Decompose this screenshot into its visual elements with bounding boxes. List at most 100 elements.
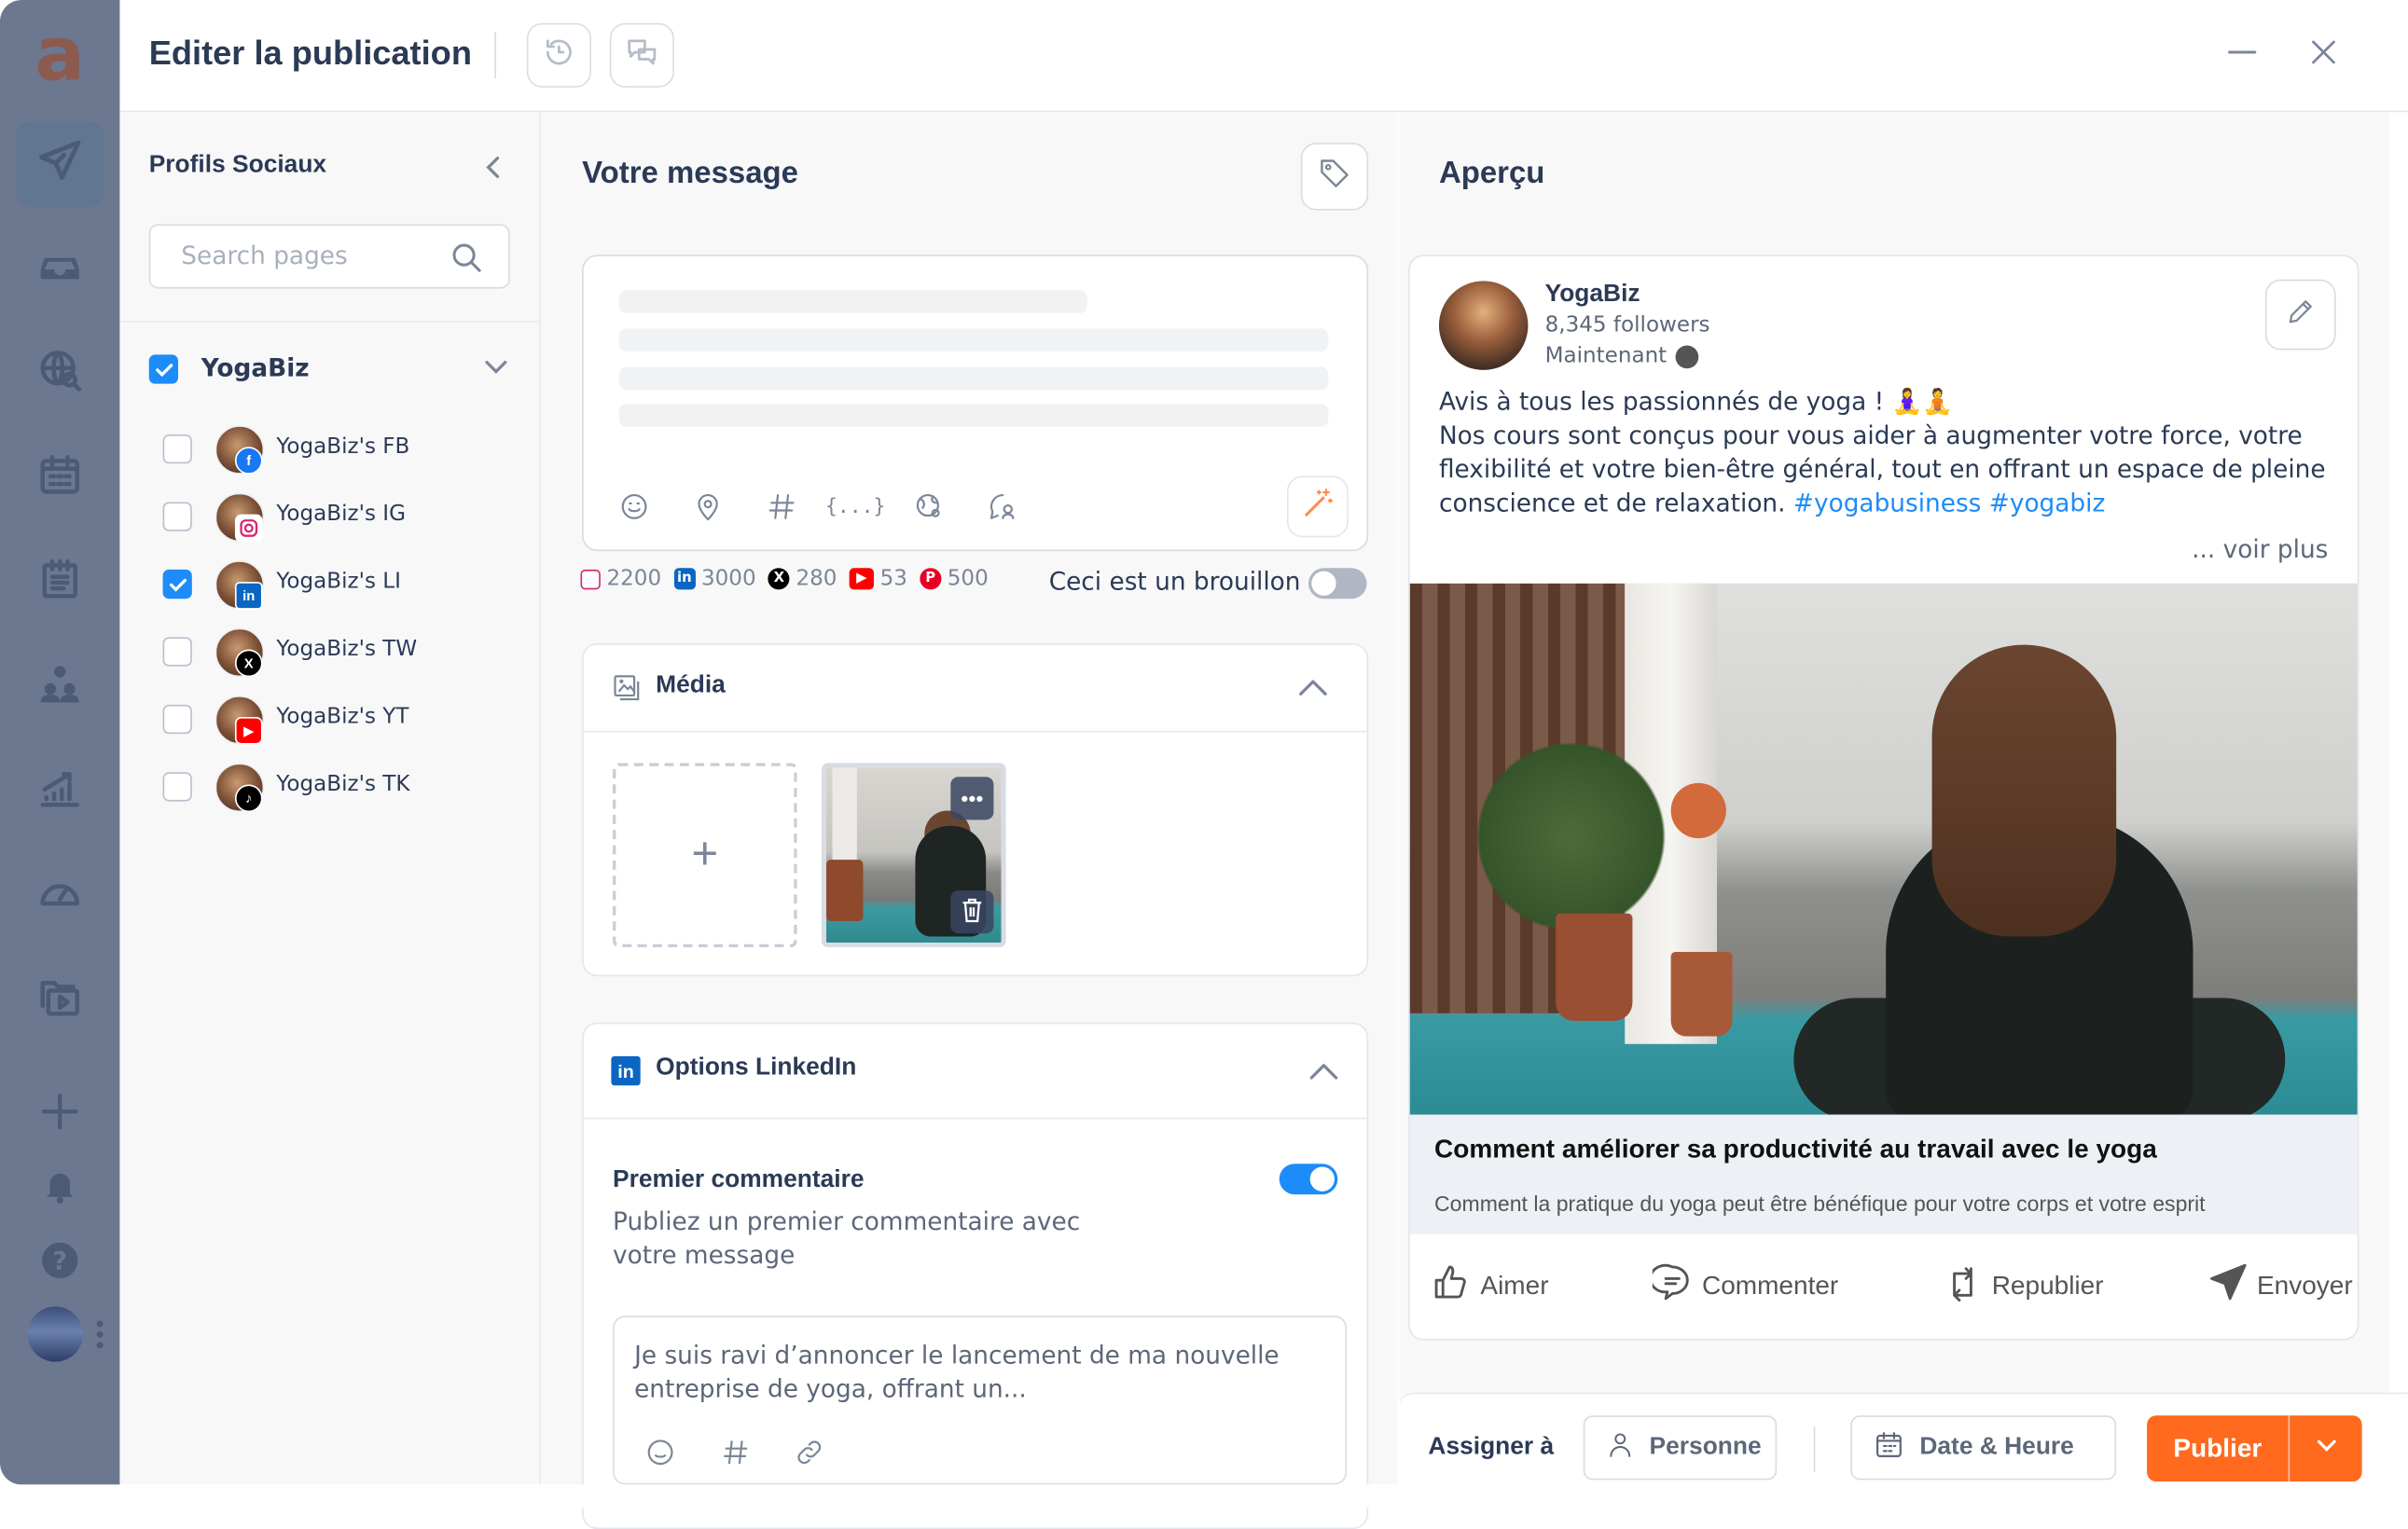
linkedin-post-preview: YogaBiz 8,345 followers Maintenant Avis …	[1408, 255, 2360, 1341]
profile-checkbox[interactable]	[162, 772, 192, 802]
search-pages-input[interactable]	[178, 239, 446, 272]
hashtag-icon[interactable]	[762, 487, 802, 527]
profile-checkbox[interactable]	[162, 704, 192, 735]
rail-item-performance[interactable]	[34, 869, 86, 921]
minimize-button[interactable]	[2221, 34, 2263, 76]
profile-item-facebook[interactable]: f YogaBiz's FB	[162, 425, 532, 475]
profile-label: YogaBiz's FB	[276, 434, 410, 460]
profile-checkbox[interactable]	[162, 569, 192, 599]
chevron-down-icon	[482, 358, 510, 384]
chevron-down-icon	[2314, 1435, 2338, 1463]
preview-followers: 8,345 followers	[1544, 312, 1710, 338]
trash-icon	[962, 897, 983, 926]
edit-preview-button[interactable]	[2264, 279, 2336, 351]
user-menu-icon[interactable]: ● ● ●	[95, 1316, 104, 1354]
add-media-button[interactable]: +	[613, 763, 797, 948]
rail-item-notes[interactable]	[34, 556, 86, 608]
chat-user-icon[interactable]	[983, 487, 1023, 527]
rail-item-calendar[interactable]	[34, 451, 86, 503]
user-avatar[interactable]	[27, 1306, 83, 1362]
publish-button[interactable]: Publier	[2147, 1415, 2290, 1482]
image-detail	[1670, 951, 1733, 1037]
variables-icon[interactable]: {...}	[825, 487, 885, 527]
rail-item-media[interactable]	[34, 973, 86, 1026]
delete-media-button[interactable]	[950, 890, 994, 934]
tags-button[interactable]	[1300, 143, 1369, 211]
limit-value: 53	[879, 566, 907, 591]
first-comment-title: Premier commentaire	[613, 1166, 865, 1193]
limit-x: X 280	[768, 567, 837, 591]
first-comment-toggle[interactable]	[1279, 1164, 1338, 1195]
link-icon[interactable]	[794, 1437, 824, 1475]
draft-toggle[interactable]	[1308, 568, 1367, 599]
like-action[interactable]: Aimer	[1432, 1262, 1549, 1310]
location-icon[interactable]	[688, 487, 728, 527]
profile-checkbox[interactable]	[162, 637, 192, 667]
limit-value: 280	[796, 566, 837, 591]
first-comment-input[interactable]: Je suis ravi d’annoncer le lancement de …	[613, 1315, 1348, 1485]
hashtag-icon[interactable]	[720, 1437, 751, 1475]
repost-action[interactable]: Republier	[1943, 1262, 2104, 1310]
close-button[interactable]	[2302, 34, 2345, 76]
emoji-icon[interactable]	[645, 1437, 676, 1475]
see-more-link[interactable]: ... voir plus	[2192, 534, 2328, 563]
assign-label: Assigner à	[1428, 1434, 1555, 1461]
date-time-button[interactable]: Date & Heure	[1850, 1415, 2117, 1481]
profile-checkbox[interactable]	[162, 434, 192, 464]
linkedin-collapse-button[interactable]	[1307, 1061, 1340, 1082]
group-expand-button[interactable]	[482, 356, 510, 385]
rail-item-analytics[interactable]	[34, 764, 86, 817]
media-thumbnail[interactable]: •••	[821, 763, 1006, 948]
media-section: Média + •••	[582, 642, 1369, 977]
message-editor[interactable]: {...}	[582, 255, 1369, 552]
profile-checkbox[interactable]	[162, 502, 192, 531]
thumbs-up-icon	[1432, 1262, 1472, 1310]
inbox-icon	[37, 241, 83, 296]
action-label: Aimer	[1480, 1270, 1549, 1300]
send-action[interactable]: Envoyer	[2207, 1262, 2353, 1310]
rail-item-team[interactable]	[34, 660, 86, 712]
rail-item-listening[interactable]	[34, 347, 86, 399]
instagram-icon	[580, 569, 601, 589]
comments-button[interactable]	[609, 22, 674, 88]
profile-item-tiktok[interactable]: ♪ YogaBiz's TK	[162, 763, 532, 813]
image-detail	[825, 860, 864, 922]
limit-pinterest: P 500	[920, 567, 989, 591]
rail-item-inbox[interactable]	[34, 242, 86, 295]
profile-label: YogaBiz's TW	[276, 637, 418, 662]
first-comment-text[interactable]: Je suis ravi d’annoncer le lancement de …	[634, 1339, 1310, 1406]
button-label: Date & Heure	[1919, 1434, 2074, 1461]
assign-person-button[interactable]: Personne	[1583, 1415, 1778, 1481]
profile-item-youtube[interactable]: ▶ YogaBiz's YT	[162, 695, 532, 745]
ai-assistant-button[interactable]	[1286, 475, 1349, 538]
publish-options-button[interactable]	[2290, 1415, 2361, 1481]
emoji-icon[interactable]	[615, 487, 655, 527]
rail-item-publish[interactable]	[34, 138, 86, 190]
linkedin-options-title: Options LinkedIn	[656, 1054, 857, 1081]
history-button[interactable]	[526, 22, 591, 88]
group-checkbox-yogabiz[interactable]	[148, 354, 179, 384]
preview-image	[1409, 583, 2358, 1115]
profile-item-x[interactable]: X YogaBiz's TW	[162, 627, 532, 678]
profile-label: YogaBiz's TK	[276, 772, 410, 797]
search-icon[interactable]	[450, 241, 483, 282]
media-collapse-button[interactable]	[1296, 677, 1330, 698]
bell-icon	[40, 1164, 80, 1212]
toggle-knob	[1311, 571, 1336, 596]
app-logo[interactable]: a	[33, 19, 88, 92]
rail-item-notifications[interactable]	[34, 1163, 86, 1215]
profile-item-linkedin[interactable]: in YogaBiz's LI	[162, 560, 532, 610]
magic-wand-icon	[1301, 486, 1335, 527]
calendar-icon	[37, 450, 83, 504]
preview-hashtags[interactable]: #yogabusiness #yogabiz	[1793, 489, 2105, 517]
comment-action[interactable]: Commenter	[1649, 1262, 1838, 1310]
globe-user-icon[interactable]	[909, 487, 949, 527]
profile-item-instagram[interactable]: YogaBiz's IG	[162, 492, 532, 543]
rail-item-help[interactable]: ?	[34, 1237, 86, 1289]
profiles-heading: Profils Sociaux	[148, 152, 327, 179]
media-options-button[interactable]: •••	[950, 777, 994, 820]
collapse-panel-button[interactable]	[480, 154, 505, 182]
rail-item-create[interactable]	[34, 1089, 86, 1141]
tiktok-icon: ♪	[234, 784, 263, 813]
link-preview[interactable]: Comment améliorer sa productivité au tra…	[1409, 1114, 2358, 1234]
